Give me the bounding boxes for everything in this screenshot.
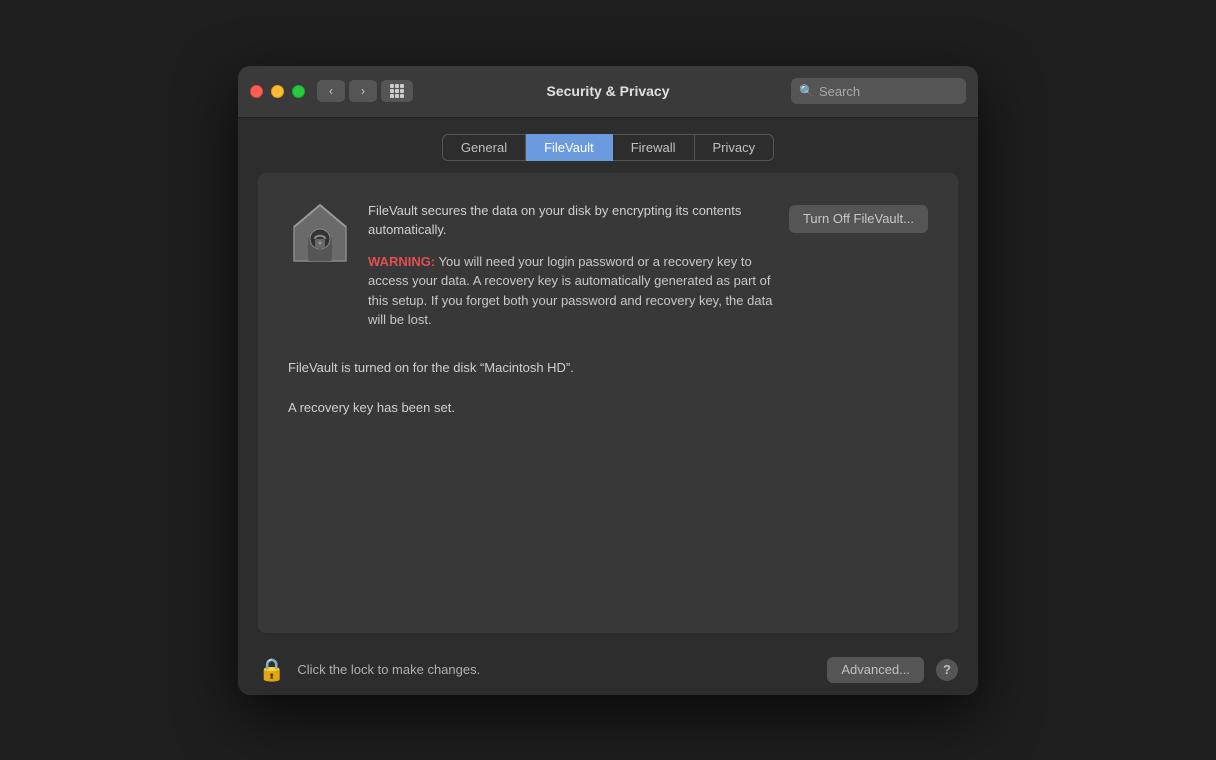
window-title: Security & Privacy [547, 83, 670, 99]
turn-off-filevault-button[interactable]: Turn Off FileVault... [789, 205, 928, 233]
forward-icon: › [361, 84, 365, 98]
warning-label: WARNING: [368, 254, 435, 269]
tab-firewall[interactable]: Firewall [613, 134, 695, 161]
filevault-status: FileVault is turned on for the disk “Mac… [288, 358, 928, 379]
forward-button[interactable]: › [349, 80, 377, 102]
filevault-main-row: FileVault secures the data on your disk … [288, 201, 928, 330]
search-placeholder: Search [819, 84, 860, 99]
grid-button[interactable] [381, 80, 413, 102]
warning-text: WARNING: You will need your login passwo… [368, 252, 773, 330]
maximize-button[interactable] [292, 85, 305, 98]
back-icon: ‹ [329, 84, 333, 98]
tab-general[interactable]: General [442, 134, 526, 161]
minimize-button[interactable] [271, 85, 284, 98]
search-icon: 🔍 [799, 84, 814, 98]
tab-privacy[interactable]: Privacy [695, 134, 775, 161]
nav-buttons: ‹ › [317, 80, 377, 102]
search-box[interactable]: 🔍 Search [791, 78, 966, 104]
filevault-icon [288, 201, 352, 265]
tab-filevault[interactable]: FileVault [526, 134, 613, 161]
filevault-recovery: A recovery key has been set. [288, 400, 928, 415]
tabs-container: General FileVault Firewall Privacy [238, 118, 978, 161]
content-area: FileVault secures the data on your disk … [258, 173, 958, 633]
bottom-bar: 🔒 Click the lock to make changes. Advanc… [238, 645, 978, 695]
help-button[interactable]: ? [936, 659, 958, 681]
lock-icon[interactable]: 🔒 [258, 659, 285, 681]
grid-icon [390, 84, 404, 98]
lock-label: Click the lock to make changes. [297, 662, 815, 677]
filevault-description: FileVault secures the data on your disk … [368, 201, 773, 240]
traffic-lights [250, 85, 305, 98]
filevault-text-group: FileVault secures the data on your disk … [368, 201, 773, 330]
back-button[interactable]: ‹ [317, 80, 345, 102]
main-window: ‹ › Security & Privacy 🔍 Search General … [238, 66, 978, 695]
titlebar: ‹ › Security & Privacy 🔍 Search [238, 66, 978, 118]
close-button[interactable] [250, 85, 263, 98]
advanced-button[interactable]: Advanced... [827, 657, 924, 683]
